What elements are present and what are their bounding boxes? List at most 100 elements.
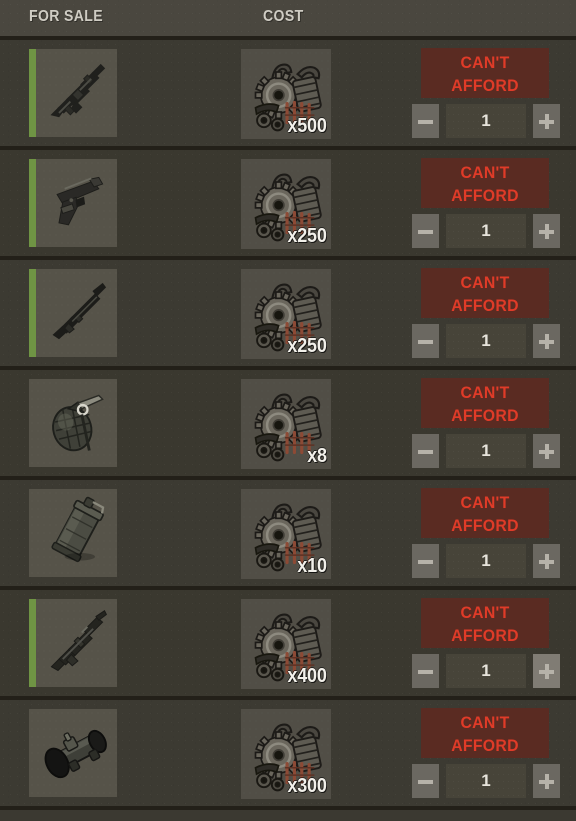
cant-afford-button[interactable]: CAN'T AFFORD xyxy=(421,268,549,318)
item-tile[interactable] xyxy=(29,159,117,247)
cost-quantity: x400 xyxy=(287,665,328,687)
quantity-field[interactable]: 1 xyxy=(446,654,526,688)
column-header-cost: COST xyxy=(263,8,304,25)
column-header-for-sale: FOR SALE xyxy=(29,8,104,25)
increase-quantity-button[interactable] xyxy=(533,324,560,358)
shop-row: x300 CAN'T AFFORD 1 xyxy=(0,700,576,810)
cant-afford-button[interactable]: CAN'T AFFORD xyxy=(421,158,549,208)
minus-icon xyxy=(418,664,433,679)
minus-icon xyxy=(418,224,433,239)
shop-panel: FOR SALE COST x500 CAN'T AFFORD 1 x250 CAN'T A… xyxy=(0,0,576,821)
cant-afford-button[interactable]: CAN'T AFFORD xyxy=(421,488,549,538)
decrease-quantity-button[interactable] xyxy=(412,214,439,248)
rarity-bar xyxy=(29,159,36,247)
decrease-quantity-button[interactable] xyxy=(412,544,439,578)
quantity-stepper: 1 xyxy=(412,764,560,798)
buy-label-line1: CAN'T xyxy=(460,383,510,402)
cost-tile: x300 xyxy=(241,709,331,799)
increase-quantity-button[interactable] xyxy=(533,654,560,688)
decrease-quantity-button[interactable] xyxy=(412,324,439,358)
increase-quantity-button[interactable] xyxy=(533,434,560,468)
increase-quantity-button[interactable] xyxy=(533,764,560,798)
quantity-stepper: 1 xyxy=(412,544,560,578)
buy-label-line2: AFFORD xyxy=(451,186,519,205)
minus-icon xyxy=(418,114,433,129)
plus-icon xyxy=(539,113,554,129)
cost-tile: x250 xyxy=(241,269,331,359)
cost-tile: x8 xyxy=(241,379,331,469)
cost-quantity: x250 xyxy=(287,335,328,357)
cost-quantity: x10 xyxy=(297,555,327,577)
buy-label-line2: AFFORD xyxy=(451,76,519,95)
quantity-field[interactable]: 1 xyxy=(446,764,526,798)
item-tile[interactable] xyxy=(29,269,117,357)
shop-row: x10 CAN'T AFFORD 1 xyxy=(0,480,576,590)
buy-label-line1: CAN'T xyxy=(460,163,510,182)
quantity-value: 1 xyxy=(481,661,491,680)
plus-icon xyxy=(539,333,554,349)
shop-row: x8 CAN'T AFFORD 1 xyxy=(0,370,576,480)
minus-icon xyxy=(418,774,433,789)
quantity-stepper: 1 xyxy=(412,104,560,138)
shop-row: x250 CAN'T AFFORD 1 xyxy=(0,150,576,260)
plus-icon xyxy=(539,773,554,789)
cant-afford-button[interactable]: CAN'T AFFORD xyxy=(421,48,549,98)
cost-quantity: x8 xyxy=(307,445,327,467)
buy-label-line2: AFFORD xyxy=(451,736,519,755)
decrease-quantity-button[interactable] xyxy=(412,764,439,798)
item-tile[interactable] xyxy=(29,489,117,577)
quantity-field[interactable]: 1 xyxy=(446,434,526,468)
shop-row: x400 CAN'T AFFORD 1 xyxy=(0,590,576,700)
increase-quantity-button[interactable] xyxy=(533,214,560,248)
smoke-canister-icon xyxy=(40,496,114,570)
plus-icon xyxy=(539,663,554,679)
item-tile[interactable] xyxy=(29,709,117,797)
quantity-field[interactable]: 1 xyxy=(446,544,526,578)
cost-tile: x10 xyxy=(241,489,331,579)
rarity-bar xyxy=(29,269,36,357)
buy-label-line1: CAN'T xyxy=(460,603,510,622)
item-tile[interactable] xyxy=(29,49,117,137)
decrease-quantity-button[interactable] xyxy=(412,434,439,468)
shop-item-list: x500 CAN'T AFFORD 1 x250 CAN'T AFFORD 1 x250 CAN'… xyxy=(0,40,576,810)
cost-tile: x400 xyxy=(241,599,331,689)
plus-icon xyxy=(539,223,554,239)
quantity-stepper: 1 xyxy=(412,654,560,688)
quantity-value: 1 xyxy=(481,331,491,350)
decrease-quantity-button[interactable] xyxy=(412,654,439,688)
rifle-scope-icon xyxy=(39,716,114,790)
buy-label-line1: CAN'T xyxy=(460,273,510,292)
quantity-value: 1 xyxy=(481,551,491,570)
plus-icon xyxy=(539,553,554,569)
quantity-field[interactable]: 1 xyxy=(446,214,526,248)
quantity-field[interactable]: 1 xyxy=(446,324,526,358)
minus-icon xyxy=(418,444,433,459)
cost-tile: x500 xyxy=(241,49,331,139)
quantity-stepper: 1 xyxy=(412,214,560,248)
decrease-quantity-button[interactable] xyxy=(412,104,439,138)
quantity-value: 1 xyxy=(481,441,491,460)
quantity-value: 1 xyxy=(481,771,491,790)
quantity-value: 1 xyxy=(481,111,491,130)
quantity-stepper: 1 xyxy=(412,324,560,358)
cost-quantity: x500 xyxy=(287,115,328,137)
pistol-icon xyxy=(40,166,114,240)
item-tile[interactable] xyxy=(29,599,117,687)
increase-quantity-button[interactable] xyxy=(533,544,560,578)
cant-afford-button[interactable]: CAN'T AFFORD xyxy=(421,378,549,428)
shop-row: x250 CAN'T AFFORD 1 xyxy=(0,260,576,370)
minus-icon xyxy=(418,554,433,569)
buy-label-line2: AFFORD xyxy=(451,296,519,315)
quantity-field[interactable]: 1 xyxy=(446,104,526,138)
rarity-bar xyxy=(29,49,36,137)
minus-icon xyxy=(418,334,433,349)
buy-label-line1: CAN'T xyxy=(460,53,510,72)
buy-label-line2: AFFORD xyxy=(451,406,519,425)
buy-label-line2: AFFORD xyxy=(451,626,519,645)
increase-quantity-button[interactable] xyxy=(533,104,560,138)
cost-quantity: x250 xyxy=(287,225,328,247)
quantity-value: 1 xyxy=(481,221,491,240)
item-tile[interactable] xyxy=(29,379,117,467)
cant-afford-button[interactable]: CAN'T AFFORD xyxy=(421,598,549,648)
cant-afford-button[interactable]: CAN'T AFFORD xyxy=(421,708,549,758)
